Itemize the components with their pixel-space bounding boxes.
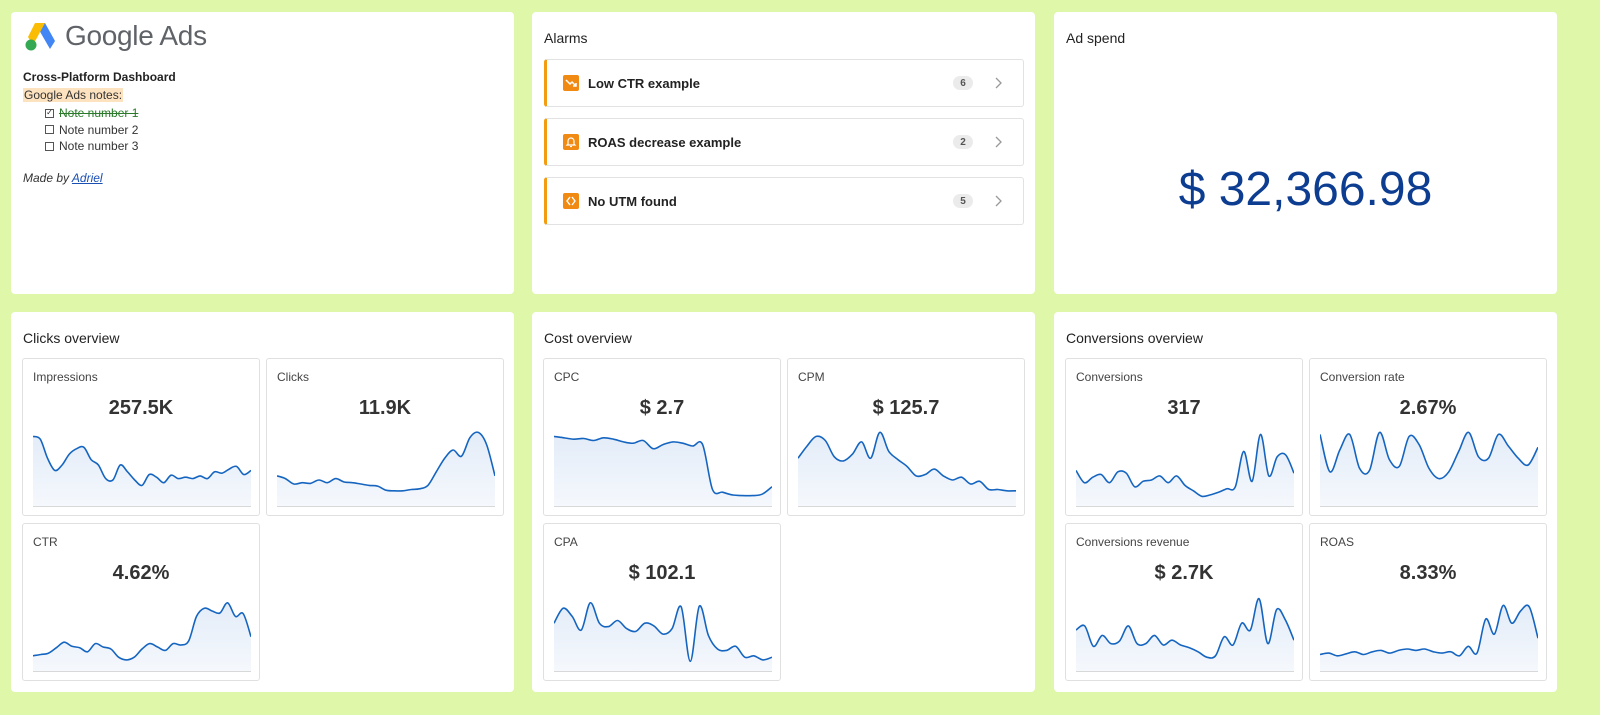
note-text: Note number 2 bbox=[59, 122, 139, 137]
note-text: Note number 3 bbox=[59, 139, 139, 154]
brand-name: Google Ads bbox=[65, 20, 207, 51]
sparkline bbox=[1320, 431, 1538, 507]
alarm-item-roas-decrease[interactable]: ROAS decrease example 2 bbox=[544, 118, 1024, 166]
metric-label: CPC bbox=[554, 370, 580, 384]
sparkline-area bbox=[554, 436, 772, 507]
metric-card-cpc[interactable]: CPC $ 2.7 bbox=[543, 358, 781, 516]
notes-label: Google Ads notes: bbox=[23, 88, 124, 102]
made-by-prefix: Made by bbox=[23, 171, 72, 185]
sparkline bbox=[554, 435, 772, 507]
alarm-count-badge: 6 bbox=[953, 76, 973, 90]
note-checkbox[interactable] bbox=[45, 125, 54, 135]
made-by: Made by Adriel bbox=[23, 171, 103, 185]
alarms-panel: Alarms Low CTR example 6 ROAS decrease e… bbox=[532, 12, 1035, 294]
alarm-count-badge: 2 bbox=[953, 135, 973, 149]
metric-card-conversions-revenue[interactable]: Conversions revenue $ 2.7K bbox=[1065, 523, 1303, 681]
chevron-right-icon[interactable] bbox=[987, 195, 1011, 207]
metric-value: 257.5K bbox=[108, 397, 174, 419]
metric-label: Impressions bbox=[33, 370, 98, 384]
metric-value: $ 125.7 bbox=[872, 397, 940, 419]
metric-value: 4.62% bbox=[112, 562, 170, 584]
trend-down-icon bbox=[563, 75, 579, 91]
metric-value: $ 2.7 bbox=[639, 397, 685, 419]
notes-panel: Google Ads Cross-Platform Dashboard Goog… bbox=[11, 12, 514, 294]
metric-label: CTR bbox=[33, 535, 58, 549]
metric-label: Clicks bbox=[277, 370, 309, 384]
alarm-label: No UTM found bbox=[588, 193, 677, 209]
sparkline-area bbox=[277, 432, 495, 507]
google-ads-logo-icon bbox=[25, 23, 55, 51]
metric-card-roas[interactable]: ROAS 8.33% bbox=[1309, 523, 1547, 681]
sparkline bbox=[1076, 433, 1294, 507]
metric-card-cpa[interactable]: CPA $ 102.1 bbox=[543, 523, 781, 681]
sparkline bbox=[33, 602, 251, 672]
sparkline bbox=[277, 431, 495, 507]
note-checkbox[interactable] bbox=[45, 141, 54, 151]
note-item[interactable]: Note number 2 bbox=[45, 122, 138, 139]
brand-logo: Google Ads bbox=[23, 20, 207, 52]
sparkline bbox=[1320, 604, 1538, 672]
note-item[interactable]: Note number 3 bbox=[45, 138, 138, 155]
sparkline bbox=[1076, 597, 1294, 672]
alarm-item-low-ctr[interactable]: Low CTR example 6 bbox=[544, 59, 1024, 107]
sparkline-area bbox=[1320, 605, 1538, 672]
metric-card-cpm[interactable]: CPM $ 125.7 bbox=[787, 358, 1025, 516]
section-title: Clicks overview bbox=[23, 330, 120, 346]
note-text: Note number 1 bbox=[59, 106, 139, 121]
section-title: Conversions overview bbox=[1066, 330, 1203, 346]
alarm-label: ROAS decrease example bbox=[588, 134, 742, 150]
clicks-overview-panel: Clicks overview Impressions 257.5K Click… bbox=[11, 312, 514, 692]
chevron-right-icon[interactable] bbox=[987, 136, 1011, 148]
metric-value: $ 102.1 bbox=[628, 562, 696, 584]
sparkline bbox=[33, 435, 251, 507]
metric-card-impressions[interactable]: Impressions 257.5K bbox=[22, 358, 260, 516]
alarm-count-badge: 5 bbox=[953, 194, 973, 208]
metric-card-conversions[interactable]: Conversions 317 bbox=[1065, 358, 1303, 516]
metric-label: Conversions revenue bbox=[1076, 535, 1190, 549]
metric-label: Conversions bbox=[1076, 370, 1143, 384]
note-checkbox-checked[interactable]: ✓ bbox=[45, 108, 54, 118]
metric-card-clicks[interactable]: Clicks 11.9K bbox=[266, 358, 504, 516]
section-title: Cost overview bbox=[544, 330, 632, 346]
note-item[interactable]: ✓ Note number 1 bbox=[45, 105, 138, 122]
ad-spend-panel: Ad spend $ 32,366.98 bbox=[1054, 12, 1557, 294]
metric-card-ctr[interactable]: CTR 4.62% bbox=[22, 523, 260, 681]
alarms-title: Alarms bbox=[544, 30, 588, 46]
metric-card-conversion-rate[interactable]: Conversion rate 2.67% bbox=[1309, 358, 1547, 516]
metric-label: Conversion rate bbox=[1320, 370, 1405, 384]
sparkline-area bbox=[1076, 434, 1294, 507]
metric-label: ROAS bbox=[1320, 535, 1355, 549]
alarm-label: Low CTR example bbox=[588, 75, 700, 91]
metric-label: CPA bbox=[554, 535, 578, 549]
chevron-right-icon[interactable] bbox=[987, 77, 1011, 89]
made-by-link[interactable]: Adriel bbox=[72, 171, 103, 185]
metric-label: CPM bbox=[798, 370, 825, 384]
notes-list: ✓ Note number 1 Note number 2 Note numbe… bbox=[45, 105, 138, 155]
alarm-item-no-utm[interactable]: No UTM found 5 bbox=[544, 177, 1024, 225]
metric-value: 2.67% bbox=[1399, 397, 1457, 419]
metric-value: 8.33% bbox=[1399, 562, 1457, 584]
cost-overview-panel: Cost overview CPC $ 2.7 CPM $ 125.7 CPA … bbox=[532, 312, 1035, 692]
ad-spend-value: $ 32,366.98 bbox=[1178, 163, 1433, 216]
sparkline-area bbox=[798, 432, 1016, 507]
metric-value: $ 2.7K bbox=[1154, 562, 1214, 584]
conversions-overview-panel: Conversions overview Conversions 317 Con… bbox=[1054, 312, 1557, 692]
metric-value: 317 bbox=[1167, 397, 1201, 419]
sparkline bbox=[554, 601, 772, 672]
dashboard-title: Cross-Platform Dashboard bbox=[23, 70, 176, 84]
link-icon bbox=[563, 193, 579, 209]
bell-icon bbox=[563, 134, 579, 150]
sparkline bbox=[798, 431, 1016, 507]
metric-value: 11.9K bbox=[358, 397, 412, 419]
ad-spend-title: Ad spend bbox=[1066, 30, 1126, 46]
